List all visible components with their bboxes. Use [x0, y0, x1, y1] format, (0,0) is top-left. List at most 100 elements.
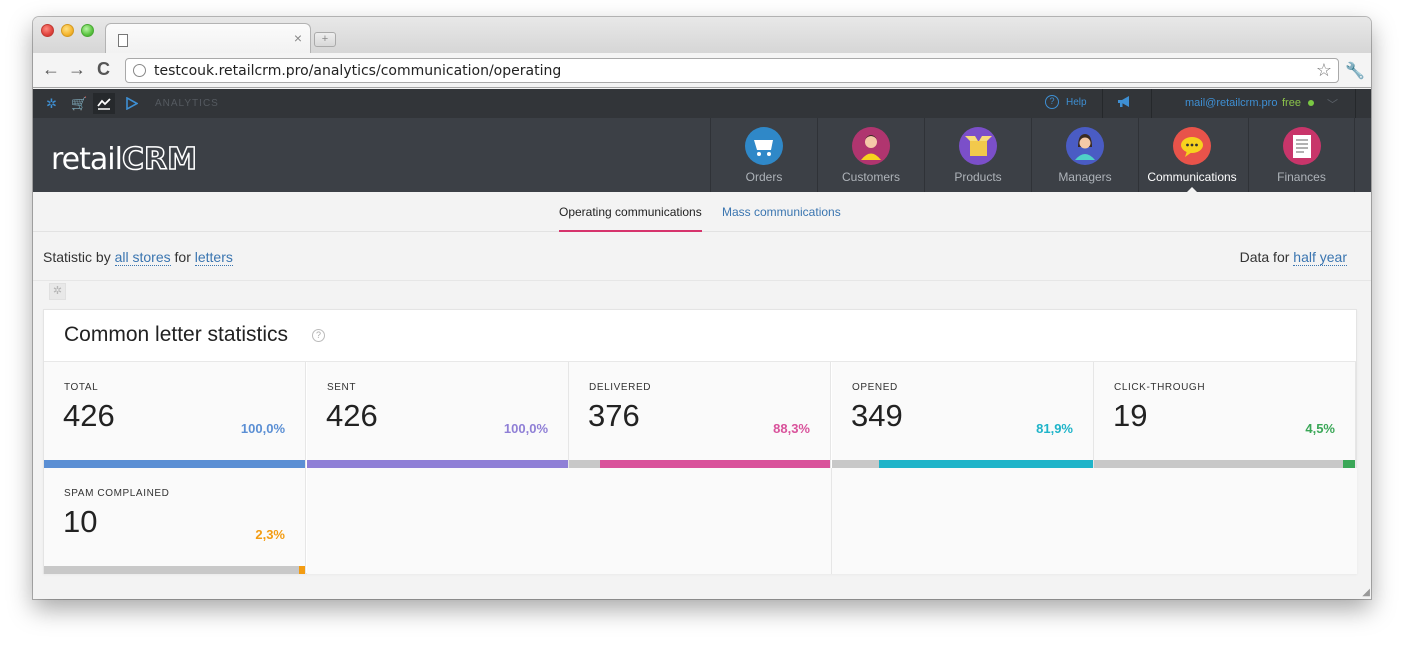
- period-statement: Data for half year: [1239, 249, 1347, 266]
- gear-icon[interactable]: ✲: [46, 96, 57, 112]
- stat-progress-bar: [569, 460, 830, 468]
- reload-icon[interactable]: C: [97, 59, 110, 80]
- nav-label: Products: [954, 170, 1002, 184]
- address-bar[interactable]: testcouk.retailcrm.pro/analytics/communi…: [125, 58, 1339, 83]
- nav-managers[interactable]: Managers: [1031, 118, 1138, 192]
- cart-icon[interactable]: 🛒: [71, 96, 87, 112]
- help-link[interactable]: Help: [1066, 97, 1087, 108]
- tab-mass-communications[interactable]: Mass communications: [722, 205, 841, 219]
- back-arrow-icon[interactable]: ←: [42, 59, 60, 80]
- widget-settings-gear-icon[interactable]: ✲: [49, 283, 66, 300]
- browser-window: × + ← → C testcouk.retailcrm.pro/analyti…: [33, 17, 1371, 599]
- stat-progress-bar: [44, 566, 305, 574]
- manager-avatar-icon: [1066, 127, 1104, 165]
- type-filter-link[interactable]: letters: [194, 249, 233, 266]
- stat-progress-fill: [299, 566, 305, 574]
- stat-value: 376: [588, 398, 640, 433]
- stat-label: SENT: [327, 382, 357, 393]
- stat-label: TOTAL: [64, 382, 99, 393]
- stat-progress-fill: [1343, 460, 1355, 468]
- stat-label: DELIVERED: [589, 382, 652, 393]
- stat-progress-bar: [307, 460, 568, 468]
- empty-stat-slot: [1094, 468, 1357, 574]
- sub-navigation: Operating communications Mass communicat…: [33, 192, 1371, 232]
- wrench-icon[interactable]: 🔧: [1345, 61, 1365, 81]
- empty-stat-slot: [569, 468, 832, 574]
- main-header: retailCRM Orders Customers Products Mana…: [33, 118, 1371, 192]
- nav-finances[interactable]: Finances: [1248, 118, 1355, 192]
- play-icon[interactable]: [125, 97, 138, 110]
- stat-progress-bar: [44, 460, 305, 468]
- divider: [1355, 89, 1356, 118]
- resize-grip-icon[interactable]: ◢: [1362, 587, 1370, 598]
- plan-badge: free: [1282, 97, 1301, 109]
- stat-progress-fill: [879, 460, 1093, 468]
- page-icon: [118, 34, 128, 47]
- app-topbar: ✲ 🛒 ANALYTICS ? Help mail@retailcrm.pro …: [33, 89, 1371, 118]
- stat-progress-fill: [307, 460, 568, 468]
- divider: [1151, 89, 1152, 118]
- question-icon[interactable]: ?: [312, 329, 325, 342]
- filter-mid: for: [174, 249, 191, 265]
- stat-percent: 88,3%: [773, 421, 810, 436]
- online-status-dot: [1308, 100, 1314, 106]
- period-prefix: Data for: [1239, 249, 1290, 265]
- new-tab-button[interactable]: +: [314, 32, 336, 47]
- globe-icon: [133, 64, 146, 77]
- nav-communications[interactable]: Communications: [1138, 118, 1245, 192]
- period-filter-link[interactable]: half year: [1293, 249, 1347, 266]
- logo-suffix: CRM: [121, 141, 197, 178]
- forward-arrow-icon[interactable]: →: [68, 59, 86, 80]
- section-label: ANALYTICS: [155, 98, 219, 109]
- empty-stat-slot: [832, 468, 1095, 574]
- nav-label: Customers: [841, 170, 900, 184]
- stat-value: 10: [63, 504, 98, 539]
- zoom-window-button[interactable]: [81, 24, 94, 37]
- box-icon: [959, 127, 997, 165]
- stat-value: 19: [1113, 398, 1148, 433]
- nav-label: Communications: [1147, 170, 1237, 184]
- panel-title: Common letter statistics: [64, 323, 289, 346]
- ledger-icon: [1283, 127, 1321, 165]
- stores-filter-link[interactable]: all stores: [114, 249, 171, 266]
- help-icon[interactable]: ?: [1045, 95, 1059, 109]
- megaphone-icon[interactable]: [1117, 95, 1132, 108]
- chevron-down-icon[interactable]: ﹀: [1327, 96, 1338, 112]
- bookmark-star-icon[interactable]: ☆: [1316, 60, 1332, 81]
- stat-value: 349: [851, 398, 903, 433]
- filter-row: Statistic by all stores for letters Data…: [33, 233, 1371, 281]
- retailcrm-logo[interactable]: retailCRM: [51, 141, 198, 178]
- chat-bubble-icon: [1173, 127, 1211, 165]
- browser-tab[interactable]: ×: [105, 23, 311, 53]
- url-text[interactable]: testcouk.retailcrm.pro/analytics/communi…: [154, 63, 561, 79]
- stat-card-sent: SENT 426 100,0%: [307, 362, 569, 468]
- browser-toolbar: ← → C testcouk.retailcrm.pro/analytics/c…: [33, 53, 1371, 88]
- customer-avatar-icon: [852, 127, 890, 165]
- stat-progress-fill: [599, 460, 830, 468]
- stat-card-total: TOTAL 426 100,0%: [44, 362, 306, 468]
- nav-orders[interactable]: Orders: [710, 118, 817, 192]
- analytics-chart-icon[interactable]: [97, 97, 111, 110]
- stat-progress-bar: [1094, 460, 1355, 468]
- stat-percent: 100,0%: [240, 421, 285, 436]
- stat-card-delivered: DELIVERED 376 88,3%: [569, 362, 831, 468]
- stat-value: 426: [326, 398, 378, 433]
- stat-progress-fill: [44, 460, 305, 468]
- user-email[interactable]: mail@retailcrm.pro: [1185, 97, 1277, 109]
- nav-label: Managers: [1058, 170, 1112, 184]
- stat-percent: 2,3%: [255, 527, 285, 542]
- letter-statistics-panel: Common letter statistics ? TOTAL 426 100,0…: [43, 309, 1357, 574]
- tab-operating-communications[interactable]: Operating communications: [559, 205, 702, 219]
- stat-label: SPAM COMPLAINED: [64, 488, 170, 499]
- stat-percent: 100,0%: [503, 421, 548, 436]
- nav-label: Finances: [1277, 170, 1326, 184]
- stat-label: CLICK-THROUGH: [1114, 382, 1206, 393]
- nav-label: Orders: [745, 170, 783, 184]
- close-window-button[interactable]: [41, 24, 54, 37]
- tab-close-icon[interactable]: ×: [294, 30, 302, 46]
- minimize-window-button[interactable]: [61, 24, 74, 37]
- nav-customers[interactable]: Customers: [817, 118, 924, 192]
- nav-products[interactable]: Products: [924, 118, 1031, 192]
- stat-card-spam-complained: SPAM COMPLAINED 10 2,3%: [44, 468, 306, 574]
- divider: [1102, 89, 1103, 118]
